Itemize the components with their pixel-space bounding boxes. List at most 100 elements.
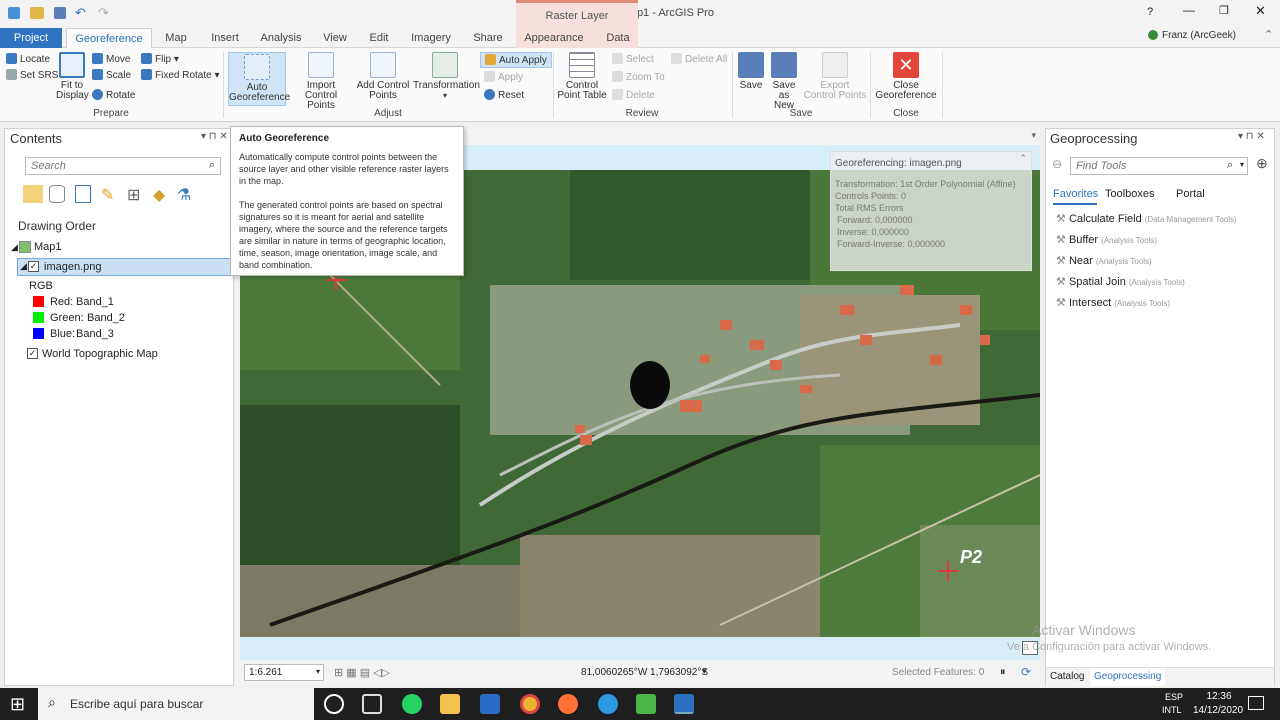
edge-icon[interactable] xyxy=(598,694,618,714)
tool-item[interactable]: ⚒ Spatial Join (Analysis Tools) xyxy=(1056,275,1185,288)
minimize-icon[interactable]: — xyxy=(1183,3,1195,17)
keyboard-layout[interactable]: INTL xyxy=(1162,705,1182,715)
clock-time[interactable]: 12:36 xyxy=(1200,691,1238,702)
coord-format-dropdown[interactable]: ▾ xyxy=(702,666,707,677)
refresh-icon[interactable]: ⟳ xyxy=(1021,665,1031,679)
tab-portal[interactable]: Portal xyxy=(1176,188,1205,200)
delete-button[interactable]: Delete xyxy=(612,88,655,104)
close-georeference-button[interactable]: ✕ Close Georeference xyxy=(874,52,938,101)
auto-georeference-button[interactable]: Auto Georeference xyxy=(228,52,290,106)
apply-button[interactable]: Apply xyxy=(484,70,523,86)
cortana-icon[interactable] xyxy=(324,694,344,714)
pane-options-icon[interactable]: ▾ ⊓ ✕ xyxy=(1238,131,1265,142)
geoprocessing-pane: Geoprocessing ▾ ⊓ ✕ ⊖ Find Tools ⌕ ▾ ⊕ F… xyxy=(1045,128,1275,686)
control-point-table-button[interactable]: Control Point Table xyxy=(556,52,608,101)
info-title: Georeferencing: imagen.png xyxy=(835,158,962,169)
map-node[interactable]: Map1 xyxy=(34,241,62,253)
pane-options-icon[interactable]: ▾ ⊓ ✕ xyxy=(201,131,228,142)
tab-analysis[interactable]: Analysis xyxy=(256,28,306,48)
tab-underline xyxy=(1053,203,1097,205)
scale-selector[interactable]: 1:6.261 ▾ xyxy=(244,664,324,681)
tab-insert[interactable]: Insert xyxy=(204,28,246,48)
drawing-order-icon[interactable] xyxy=(23,185,43,203)
snapping-icon[interactable]: ⊞ xyxy=(127,185,143,204)
layer-visibility-checkbox[interactable]: ✓ xyxy=(28,261,39,272)
help-icon[interactable]: ? xyxy=(1147,6,1153,18)
find-tools-input[interactable]: Find Tools ⌕ ▾ xyxy=(1070,157,1248,175)
close-window-icon[interactable]: ✕ xyxy=(1255,3,1266,19)
rotate-button[interactable]: Rotate xyxy=(92,88,135,104)
editing-icon[interactable]: ✎ xyxy=(101,185,117,204)
pause-drawing-icon[interactable]: ⏸ xyxy=(1000,666,1006,679)
tool-item[interactable]: ⚒ Near (Analysis Tools) xyxy=(1056,254,1152,267)
tab-view[interactable]: View xyxy=(316,28,354,48)
user-name[interactable]: Franz (ArcGeek) xyxy=(1162,30,1236,41)
windows-start-icon[interactable]: ⊞ xyxy=(10,694,25,715)
locate-button[interactable]: Locate xyxy=(6,52,50,68)
charts-icon[interactable]: ⚗ xyxy=(177,185,193,204)
task-view-icon[interactable] xyxy=(362,694,382,714)
auto-apply-toggle[interactable]: Auto Apply xyxy=(480,52,552,68)
fit-to-display-button[interactable]: Fit to Display xyxy=(56,52,89,101)
tab-favorites[interactable]: Favorites xyxy=(1053,188,1098,200)
move-icon xyxy=(92,53,103,64)
language-code[interactable]: ESP xyxy=(1165,692,1183,702)
contents-search-input[interactable]: Search ⌕ xyxy=(25,157,221,175)
collapse-ribbon-icon[interactable]: ⌃ xyxy=(1264,28,1273,41)
collapse-icon[interactable]: ⌃ xyxy=(1019,153,1027,164)
basemap-layer[interactable]: World Topographic Map xyxy=(42,348,158,360)
save-button[interactable]: Save xyxy=(737,52,765,91)
save-as-new-button[interactable]: Save as New xyxy=(767,52,801,111)
chrome-icon[interactable] xyxy=(520,694,540,714)
camtasia-icon[interactable] xyxy=(636,694,656,714)
add-control-points-button[interactable]: Add Control Points xyxy=(356,52,410,101)
file-explorer-icon[interactable] xyxy=(440,694,460,714)
zoom-to-button[interactable]: Zoom To xyxy=(612,70,665,86)
notifications-icon[interactable] xyxy=(1248,696,1264,710)
tab-appearance[interactable]: Appearance xyxy=(520,28,588,48)
tool-item[interactable]: ⚒ Intersect (Analysis Tools) xyxy=(1056,296,1170,309)
layer-imagen-row[interactable]: ◢ ✓ imagen.png xyxy=(17,258,231,276)
clock-date[interactable]: 14/12/2020 xyxy=(1186,705,1250,716)
import-control-points-button[interactable]: Import Control Points xyxy=(290,52,352,111)
selection-icon[interactable] xyxy=(75,185,91,203)
tab-edit[interactable]: Edit xyxy=(362,28,396,48)
firefox-icon[interactable] xyxy=(558,694,578,714)
fixed-rotate-icon xyxy=(141,69,152,80)
fixed-rotate-button[interactable]: Fixed Rotate ▾ xyxy=(141,68,220,84)
scale-button[interactable]: Scale xyxy=(92,68,131,84)
add-icon[interactable]: ⊕ xyxy=(1256,155,1268,172)
basemap-checkbox[interactable]: ✓ xyxy=(27,348,38,359)
tab-imagery[interactable]: Imagery xyxy=(406,28,456,48)
expand-icon[interactable]: ◢ xyxy=(11,242,18,253)
tab-catalog[interactable]: Catalog xyxy=(1050,671,1084,682)
map-tools-icons[interactable]: ⊞ ▦ ▤ ◁▷ xyxy=(334,666,390,679)
tool-item[interactable]: ⚒ Buffer (Analysis Tools) xyxy=(1056,233,1157,246)
select-button[interactable]: Select xyxy=(612,52,654,68)
tab-data[interactable]: Data xyxy=(598,28,638,48)
arcgis-pro-icon[interactable] xyxy=(674,694,694,714)
maximize-icon[interactable]: ❐ xyxy=(1219,4,1229,17)
tab-geoprocessing[interactable]: Geoprocessing xyxy=(1090,668,1166,686)
move-button[interactable]: Move xyxy=(92,52,130,68)
taskbar-search[interactable]: ⌕ Escribe aquí para buscar xyxy=(38,688,314,720)
delete-all-button[interactable]: Delete All xyxy=(671,52,727,68)
photos-icon[interactable] xyxy=(480,694,500,714)
view-options-icon[interactable]: ▾ xyxy=(1031,130,1036,141)
tab-map[interactable]: Map xyxy=(158,28,194,48)
tool-item[interactable]: ⚒ Calculate Field (Data Management Tools… xyxy=(1056,212,1237,225)
flip-button[interactable]: Flip ▾ xyxy=(141,52,179,68)
data-source-icon[interactable] xyxy=(49,185,65,203)
reset-button[interactable]: Reset xyxy=(484,88,524,104)
set-srs-button[interactable]: Set SRS xyxy=(6,68,58,84)
tab-georeference[interactable]: Georeference xyxy=(66,28,152,48)
tab-share[interactable]: Share xyxy=(466,28,510,48)
back-icon[interactable]: ⊖ xyxy=(1052,157,1062,171)
expand-icon[interactable]: ◢ xyxy=(20,261,27,272)
transformation-button[interactable]: Transformation ▾ xyxy=(413,52,480,101)
export-control-points-button[interactable]: Export Control Points xyxy=(803,52,867,101)
labeling-icon[interactable]: ◆ xyxy=(153,185,169,204)
whatsapp-icon[interactable] xyxy=(402,694,422,714)
tab-toolboxes[interactable]: Toolboxes xyxy=(1105,188,1155,200)
tab-project[interactable]: Project xyxy=(0,28,62,48)
